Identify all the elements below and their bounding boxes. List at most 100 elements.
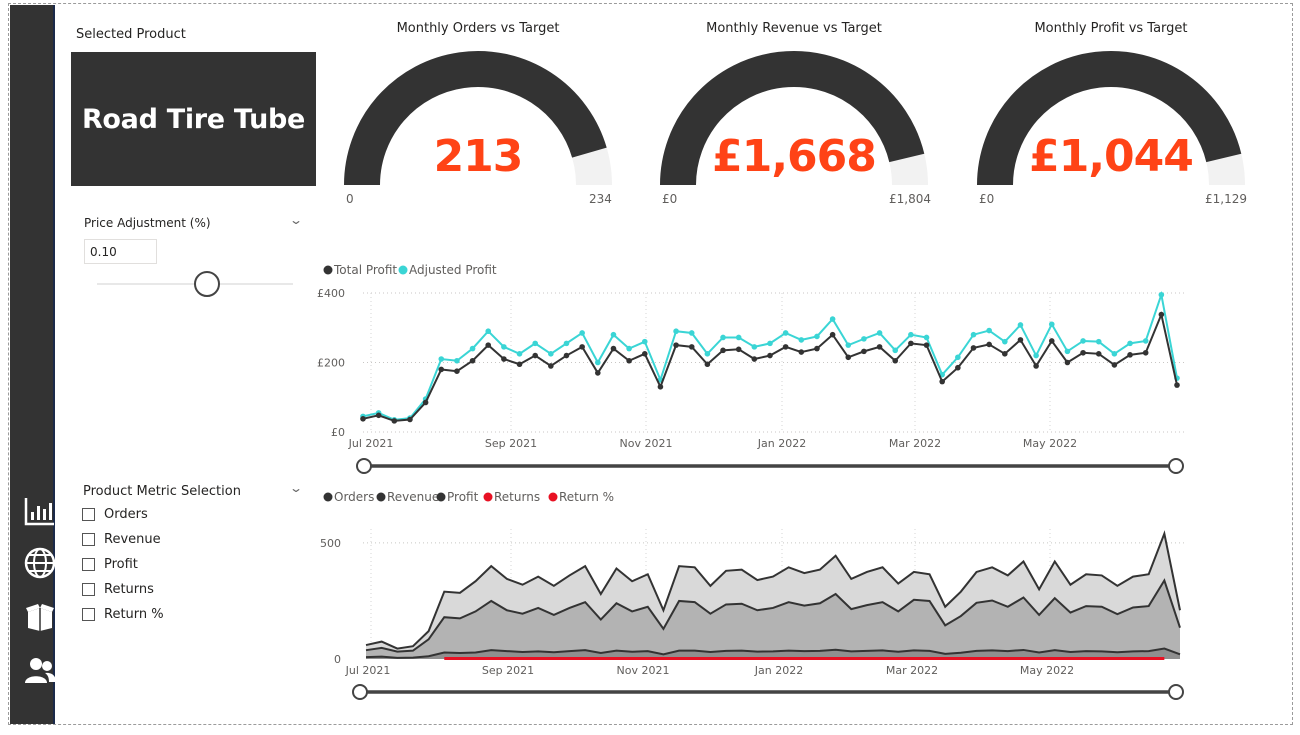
data-point[interactable] <box>391 418 398 424</box>
data-point[interactable] <box>360 415 366 422</box>
checkbox[interactable] <box>82 557 95 571</box>
data-point[interactable] <box>861 336 867 342</box>
metric-option-profit[interactable]: Profit <box>82 555 138 573</box>
metric-option-return-pct[interactable]: Return % <box>82 605 164 623</box>
data-point[interactable] <box>548 363 554 369</box>
data-point[interactable] <box>1158 311 1165 318</box>
data-point[interactable] <box>798 337 805 343</box>
data-point[interactable] <box>1002 338 1008 345</box>
data-point[interactable] <box>939 378 945 385</box>
data-point[interactable] <box>485 328 492 335</box>
data-point[interactable] <box>908 340 914 347</box>
data-point[interactable] <box>579 344 585 350</box>
users-icon[interactable] <box>22 653 58 689</box>
box-icon[interactable] <box>22 598 58 634</box>
data-point[interactable] <box>563 352 570 359</box>
data-point[interactable] <box>1174 382 1180 388</box>
data-point[interactable] <box>735 346 742 353</box>
data-point[interactable] <box>454 368 460 374</box>
data-point[interactable] <box>798 349 805 355</box>
data-point[interactable] <box>688 330 695 336</box>
data-point[interactable] <box>532 352 538 359</box>
data-point[interactable] <box>595 370 601 376</box>
data-point[interactable] <box>641 338 648 345</box>
data-point[interactable] <box>610 331 617 338</box>
data-point[interactable] <box>1111 362 1118 368</box>
data-point[interactable] <box>1064 359 1071 366</box>
data-point[interactable] <box>876 330 883 336</box>
data-point[interactable] <box>1158 291 1165 298</box>
data-point[interactable] <box>469 357 476 364</box>
range-slider-end-handle[interactable] <box>1168 684 1184 700</box>
chevron-down-icon[interactable]: ⌄ <box>289 481 303 495</box>
range-slider-end-handle[interactable] <box>1168 458 1184 474</box>
data-point[interactable] <box>986 327 992 334</box>
data-point[interactable] <box>767 352 773 359</box>
data-point[interactable] <box>595 359 601 366</box>
data-point[interactable] <box>1017 337 1024 343</box>
data-point[interactable] <box>1127 352 1133 358</box>
checkbox[interactable] <box>82 507 95 521</box>
data-point[interactable] <box>1142 349 1149 356</box>
data-point[interactable] <box>375 412 382 419</box>
checkbox[interactable] <box>82 607 95 621</box>
data-point[interactable] <box>1142 338 1149 344</box>
data-point[interactable] <box>657 384 664 390</box>
data-point[interactable] <box>829 316 836 322</box>
data-point[interactable] <box>908 331 914 338</box>
data-point[interactable] <box>516 361 523 368</box>
data-point[interactable] <box>626 357 632 364</box>
data-point[interactable] <box>704 361 711 368</box>
data-point[interactable] <box>454 357 460 364</box>
data-point[interactable] <box>782 344 789 350</box>
data-point[interactable] <box>720 347 726 354</box>
data-point[interactable] <box>673 328 679 335</box>
data-point[interactable] <box>814 345 820 352</box>
data-point[interactable] <box>1111 351 1118 357</box>
data-point[interactable] <box>1002 351 1008 357</box>
data-point[interactable] <box>532 340 538 347</box>
data-point[interactable] <box>438 366 445 373</box>
data-point[interactable] <box>751 344 758 350</box>
data-point[interactable] <box>876 344 883 350</box>
profit-chart-legend[interactable]: Total Profit Adjusted Profit <box>323 263 497 277</box>
data-point[interactable] <box>704 351 711 357</box>
data-point[interactable] <box>1064 348 1071 355</box>
chart-icon[interactable] <box>22 494 58 530</box>
data-point[interactable] <box>955 364 961 371</box>
checkbox[interactable] <box>82 532 95 546</box>
data-point[interactable] <box>407 416 413 423</box>
data-point[interactable] <box>892 347 899 354</box>
data-point[interactable] <box>782 330 789 336</box>
data-point[interactable] <box>1095 351 1102 357</box>
metric-option-revenue[interactable]: Revenue <box>82 530 161 548</box>
price-adjustment-input[interactable]: 0.10 <box>84 239 157 264</box>
data-point[interactable] <box>1080 349 1086 356</box>
data-point[interactable] <box>485 342 492 348</box>
data-point[interactable] <box>892 357 899 364</box>
range-slider-start-handle[interactable] <box>352 684 368 700</box>
data-point[interactable] <box>923 342 930 348</box>
data-point[interactable] <box>845 342 852 348</box>
metric-option-returns[interactable]: Returns <box>82 580 154 598</box>
data-point[interactable] <box>501 356 507 362</box>
data-point[interactable] <box>955 354 961 361</box>
data-point[interactable] <box>923 334 930 341</box>
data-point[interactable] <box>1127 340 1133 347</box>
data-point[interactable] <box>814 333 820 340</box>
data-point[interactable] <box>861 348 867 355</box>
data-point[interactable] <box>1033 352 1039 359</box>
data-point[interactable] <box>751 356 758 362</box>
price-adjustment-slider-thumb[interactable] <box>194 271 220 297</box>
data-point[interactable] <box>1095 338 1102 345</box>
data-point[interactable] <box>673 342 679 348</box>
data-point[interactable] <box>516 351 523 357</box>
data-point[interactable] <box>579 330 585 336</box>
data-point[interactable] <box>970 331 977 338</box>
data-point[interactable] <box>829 331 836 338</box>
data-point[interactable] <box>626 345 632 352</box>
data-point[interactable] <box>438 356 445 362</box>
data-point[interactable] <box>1048 338 1055 344</box>
chevron-down-icon[interactable]: ⌄ <box>289 213 303 227</box>
range-slider-start-handle[interactable] <box>356 458 372 474</box>
